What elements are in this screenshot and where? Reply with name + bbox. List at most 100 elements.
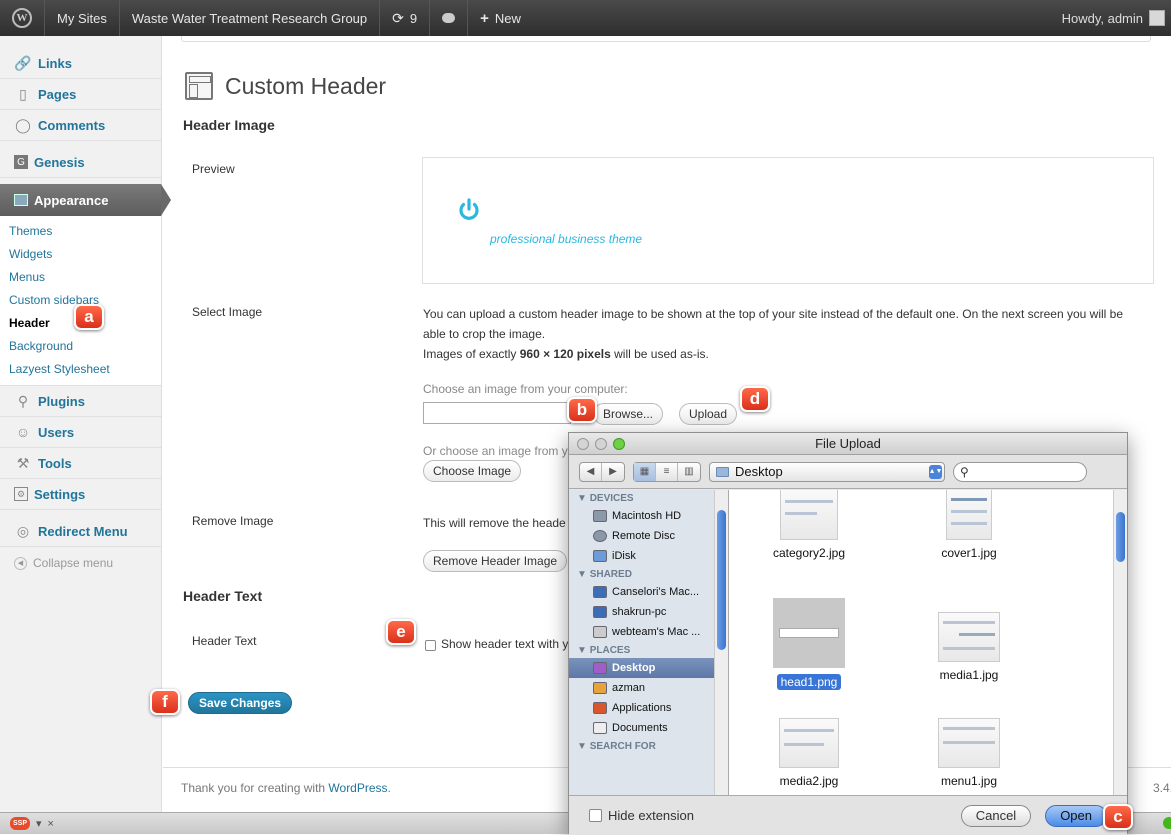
sidebar-item-links[interactable]: 🔗 Links	[0, 48, 161, 79]
dialog-search-input[interactable]: ⚲	[953, 461, 1087, 482]
upload-button[interactable]: Upload	[679, 403, 738, 425]
submenu-item-menus[interactable]: Menus	[0, 266, 161, 289]
places-header: ▼ PLACES	[577, 645, 631, 656]
shared-canselori-mac[interactable]: Canselori's Mac...	[569, 582, 728, 602]
section-label: DEVICES	[589, 493, 634, 504]
show-header-text-label: Show header text with y	[441, 637, 569, 651]
device-remote-disc[interactable]: Remote Disc	[569, 526, 728, 546]
hide-extension-checkbox[interactable]	[589, 809, 602, 822]
disc-icon	[593, 530, 607, 542]
callout-c: c	[1103, 804, 1133, 830]
place-applications[interactable]: Applications	[569, 698, 728, 718]
ssp-addon-icon[interactable]: SSP	[10, 817, 30, 830]
scrollbar-thumb[interactable]	[1116, 512, 1125, 562]
wordpress-logo-icon: W	[12, 8, 32, 28]
sidebar-item-appearance[interactable]: Appearance	[0, 184, 171, 216]
file-item[interactable]: category2.jpg	[749, 490, 869, 560]
power-icon	[459, 198, 479, 220]
link-icon: 🔗	[14, 54, 32, 71]
close-icon[interactable]: ×	[48, 818, 54, 830]
shared-header: ▼ SHARED	[577, 569, 632, 580]
sidebar-item-genesis[interactable]: G Genesis	[0, 147, 161, 178]
section-label: SHARED	[589, 569, 632, 580]
new-content-menu[interactable]: + New	[467, 0, 533, 36]
place-label: webteam's Mac ...	[612, 626, 701, 638]
select-desc-line-2: able to crop the image.	[423, 327, 546, 341]
file-name: category2.jpg	[772, 546, 846, 560]
browse-button[interactable]: Browse...	[593, 403, 664, 425]
place-documents[interactable]: Documents	[569, 718, 728, 738]
preview-label: Preview	[192, 162, 235, 176]
places-scrollbar[interactable]	[714, 490, 728, 795]
hard-drive-icon	[593, 510, 607, 522]
scrollbar-thumb[interactable]	[717, 510, 726, 650]
collapse-menu-button[interactable]: ◀ Collapse menu	[0, 547, 161, 579]
file-path-input[interactable]	[423, 402, 571, 424]
choose-from-computer-label: Choose an image from your computer:	[423, 382, 628, 396]
file-item[interactable]: cover1.jpg	[909, 490, 1029, 560]
site-name-menu[interactable]: Waste Water Treatment Research Group	[118, 0, 379, 36]
sidebar-item-plugins[interactable]: ⚲ Plugins	[0, 386, 161, 417]
remove-header-image-button[interactable]: Remove Header Image	[423, 550, 568, 572]
submenu-item-themes[interactable]: Themes	[0, 220, 161, 243]
custom-header-icon	[185, 72, 213, 100]
dialog-titlebar[interactable]: File Upload	[569, 433, 1127, 455]
place-desktop[interactable]: Desktop	[569, 658, 728, 678]
callout-d: d	[740, 386, 770, 412]
updown-arrows-icon: ▲▼	[929, 464, 942, 479]
wordpress-logo-menu[interactable]: W	[0, 0, 44, 36]
place-label: shakrun-pc	[612, 606, 667, 618]
forward-arrow-icon[interactable]: ▶	[602, 463, 624, 481]
admin-sidebar: 🔗 Links ▯ Pages ◯ Comments G Genesis App…	[0, 36, 171, 812]
place-label: Canselori's Mac...	[612, 586, 700, 598]
hide-extension-label: Hide extension	[608, 808, 694, 823]
select-image-description: You can upload a custom header image to …	[423, 304, 1163, 364]
new-label: New	[494, 10, 521, 26]
submenu-item-background[interactable]: Background	[0, 335, 161, 358]
show-header-text-checkbox[interactable]	[425, 640, 436, 651]
cancel-button[interactable]: Cancel	[960, 804, 1032, 827]
file-item[interactable]: media1.jpg	[909, 612, 1029, 682]
wordpress-link[interactable]: WordPress	[328, 781, 387, 795]
save-changes-button[interactable]: Save Changes	[188, 692, 293, 714]
place-azman[interactable]: azman	[569, 678, 728, 698]
file-name: head1.png	[776, 674, 842, 690]
file-name: media2.jpg	[779, 774, 839, 788]
account-menu[interactable]: Howdy, admin	[1062, 10, 1171, 26]
updates-menu[interactable]: ⟳ 9	[379, 0, 429, 36]
sidebar-item-tools[interactable]: ⚒ Tools	[0, 448, 161, 479]
sidebar-item-redirect-menu[interactable]: ◎ Redirect Menu	[0, 516, 161, 547]
plugin-icon: ⚲	[17, 392, 29, 409]
device-macintosh-hd[interactable]: Macintosh HD	[569, 506, 728, 526]
shared-shakrun-pc[interactable]: shakrun-pc	[569, 602, 728, 622]
my-sites-menu[interactable]: My Sites	[44, 0, 119, 36]
sidebar-item-users[interactable]: ☺ Users	[0, 417, 161, 448]
file-item[interactable]: media2.jpg	[749, 718, 869, 788]
shared-webteam-mac[interactable]: webteam's Mac ...	[569, 622, 728, 642]
files-scrollbar[interactable]	[1113, 490, 1127, 795]
dropdown-arrow-icon[interactable]: ▾	[36, 817, 42, 830]
sidebar-item-settings[interactable]: ⚙ Settings	[0, 479, 161, 510]
file-item[interactable]: menu1.jpg	[909, 718, 1029, 788]
sidebar-item-label: Links	[38, 55, 72, 71]
icon-view-icon[interactable]: ▦	[634, 462, 656, 481]
open-button[interactable]: Open	[1045, 804, 1107, 827]
collapse-arrow-icon: ◀	[14, 556, 27, 570]
file-browser: category2.jpg cover1.jpg head1.png media…	[729, 490, 1127, 795]
submenu-item-widgets[interactable]: Widgets	[0, 243, 161, 266]
preview-tagline: professional business theme	[490, 232, 643, 246]
list-view-icon[interactable]: ≡	[656, 462, 678, 481]
column-view-icon[interactable]: ▥	[678, 463, 700, 481]
sidebar-item-label: Pages	[38, 86, 77, 102]
submenu-item-lazyest-stylesheet[interactable]: Lazyest Stylesheet	[0, 358, 161, 381]
choose-image-button[interactable]: Choose Image	[423, 460, 522, 482]
sidebar-item-pages[interactable]: ▯ Pages	[0, 79, 161, 110]
sidebar-item-comments[interactable]: ◯ Comments	[0, 110, 161, 141]
file-item-selected[interactable]: head1.png	[749, 598, 869, 690]
comments-menu[interactable]	[429, 0, 467, 36]
location-dropdown[interactable]: Desktop ▲▼	[709, 461, 945, 482]
file-thumbnail	[946, 490, 992, 540]
device-idisk[interactable]: iDisk	[569, 546, 728, 566]
back-arrow-icon[interactable]: ◀	[580, 462, 602, 481]
place-label: Remote Disc	[612, 530, 675, 542]
